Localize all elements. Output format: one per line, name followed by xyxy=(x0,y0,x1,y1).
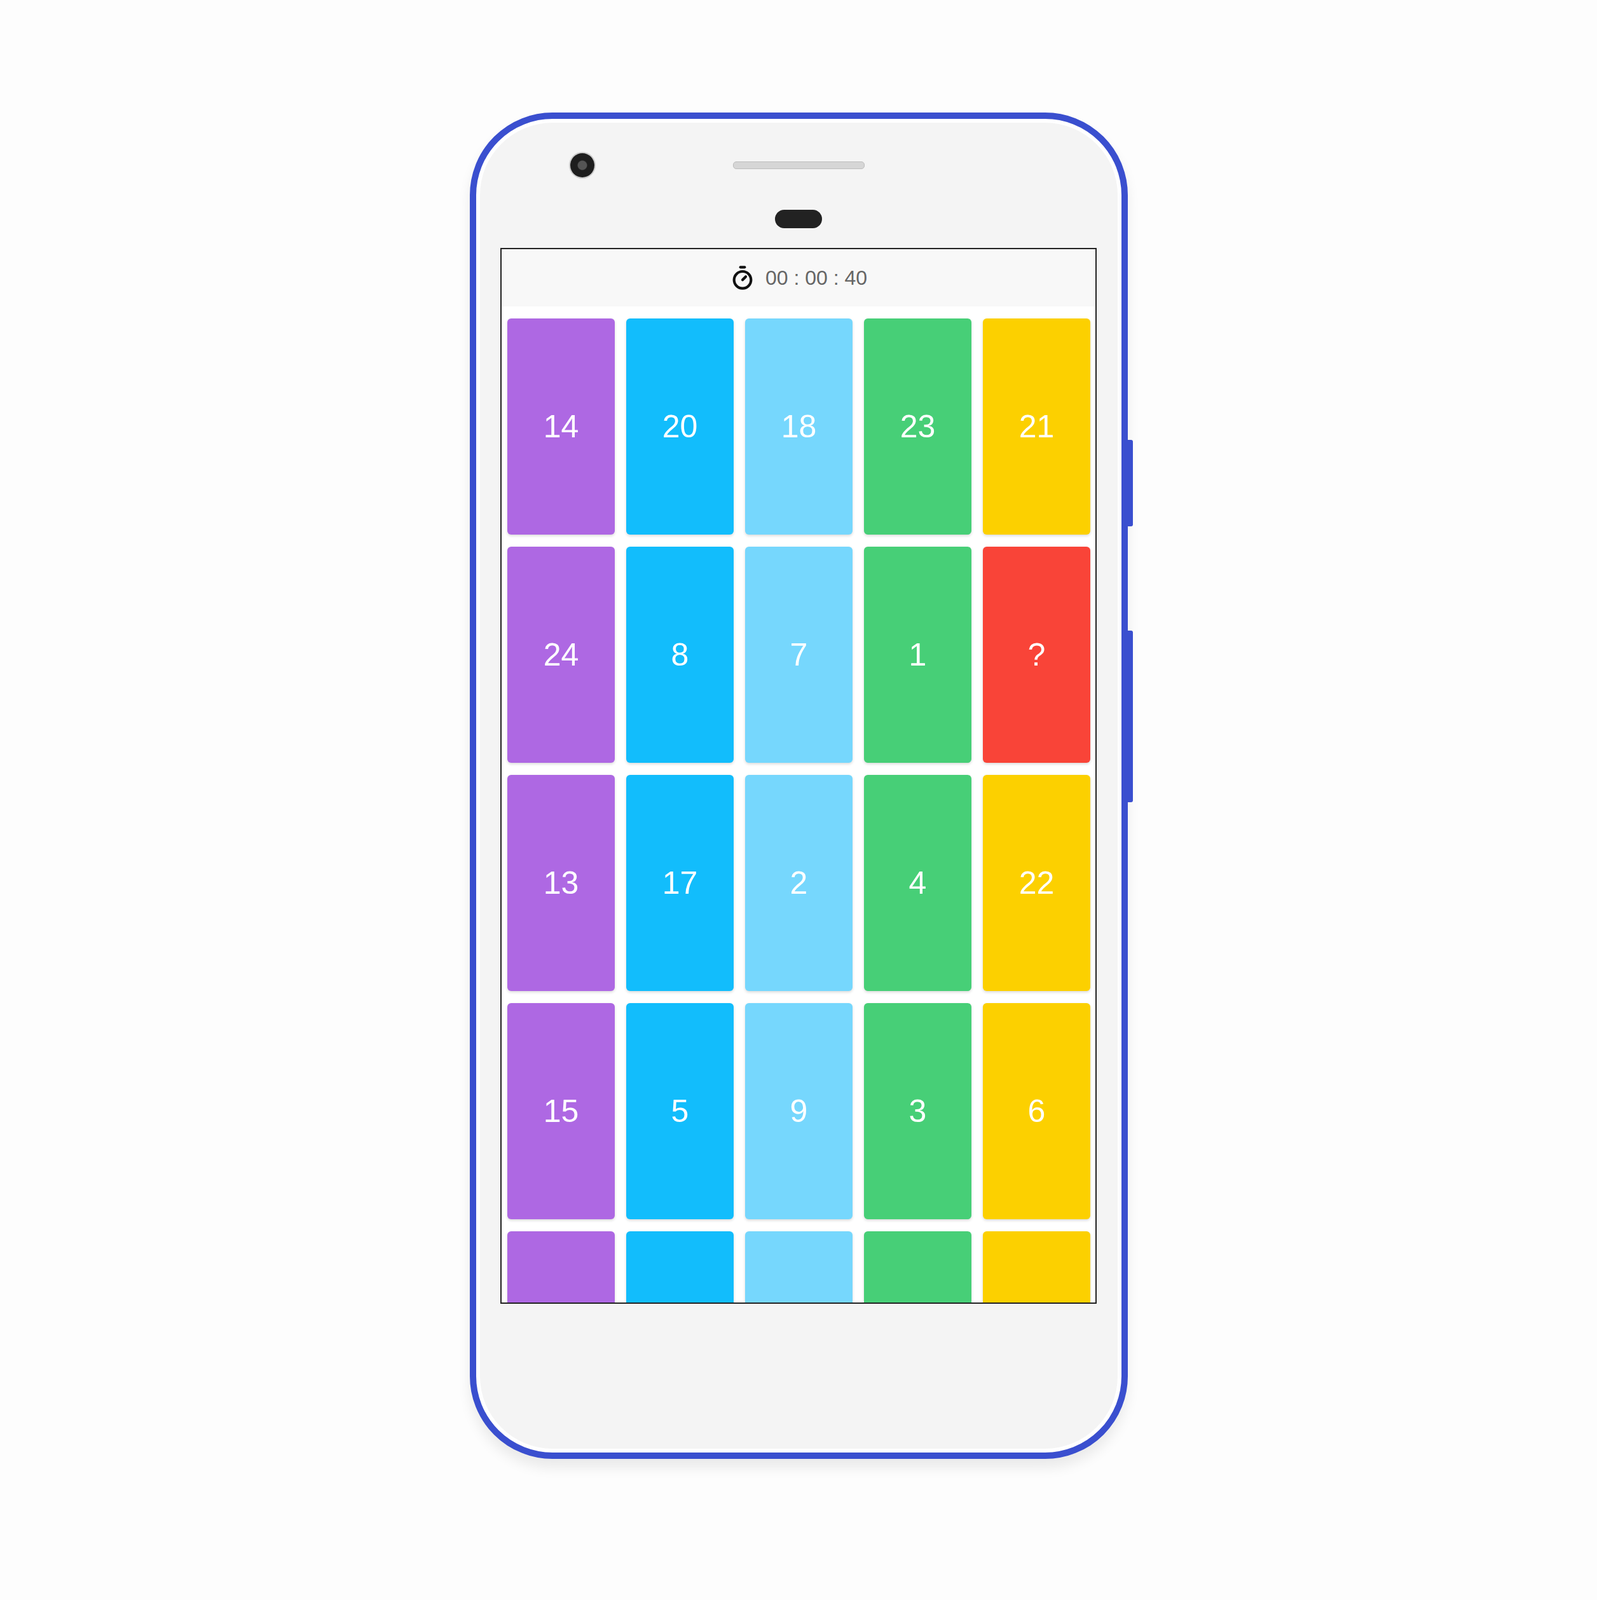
tile[interactable]: 20 xyxy=(626,318,734,535)
tile[interactable] xyxy=(745,1231,853,1304)
tile[interactable]: 23 xyxy=(863,318,972,535)
tile[interactable] xyxy=(982,1231,1091,1304)
tile[interactable]: 22 xyxy=(982,774,1091,992)
power-button xyxy=(1127,439,1133,527)
tile[interactable] xyxy=(626,1231,734,1304)
screen: 00 : 00 : 40142018232124871?131724221559… xyxy=(500,247,1097,1304)
tile[interactable] xyxy=(507,1231,615,1304)
tile[interactable]: 4 xyxy=(863,774,972,992)
tile[interactable]: 7 xyxy=(745,546,853,763)
page: 00 : 00 : 40142018232124871?131724221559… xyxy=(0,0,1597,1600)
tile[interactable]: 1 xyxy=(863,546,972,763)
timer-bar: 00 : 00 : 40 xyxy=(501,249,1096,307)
tile[interactable]: 5 xyxy=(626,1003,734,1220)
camera-icon xyxy=(570,153,595,178)
sensor-icon xyxy=(774,209,823,229)
tile-grid: 142018232124871?13172422155936 xyxy=(501,306,1096,1304)
tile[interactable]: 13 xyxy=(507,774,615,992)
timer-text: 00 : 00 : 40 xyxy=(765,266,868,290)
tile[interactable]: 9 xyxy=(745,1003,853,1220)
tile[interactable] xyxy=(863,1231,972,1304)
tile[interactable]: 8 xyxy=(626,546,734,763)
tile[interactable]: 3 xyxy=(863,1003,972,1220)
phone-top xyxy=(476,153,1122,178)
tile[interactable]: 14 xyxy=(507,318,615,535)
tile[interactable]: ? xyxy=(982,546,1091,763)
tile[interactable]: 2 xyxy=(745,774,853,992)
tile[interactable]: 6 xyxy=(982,1003,1091,1220)
phone-frame: 00 : 00 : 40142018232124871?131724221559… xyxy=(469,112,1128,1460)
speaker-icon xyxy=(733,161,865,170)
tile[interactable]: 18 xyxy=(745,318,853,535)
stopwatch-icon xyxy=(729,265,756,291)
volume-button xyxy=(1127,630,1133,803)
tile[interactable]: 15 xyxy=(507,1003,615,1220)
tile[interactable]: 17 xyxy=(626,774,734,992)
tile[interactable]: 24 xyxy=(507,546,615,763)
tile[interactable]: 21 xyxy=(982,318,1091,535)
